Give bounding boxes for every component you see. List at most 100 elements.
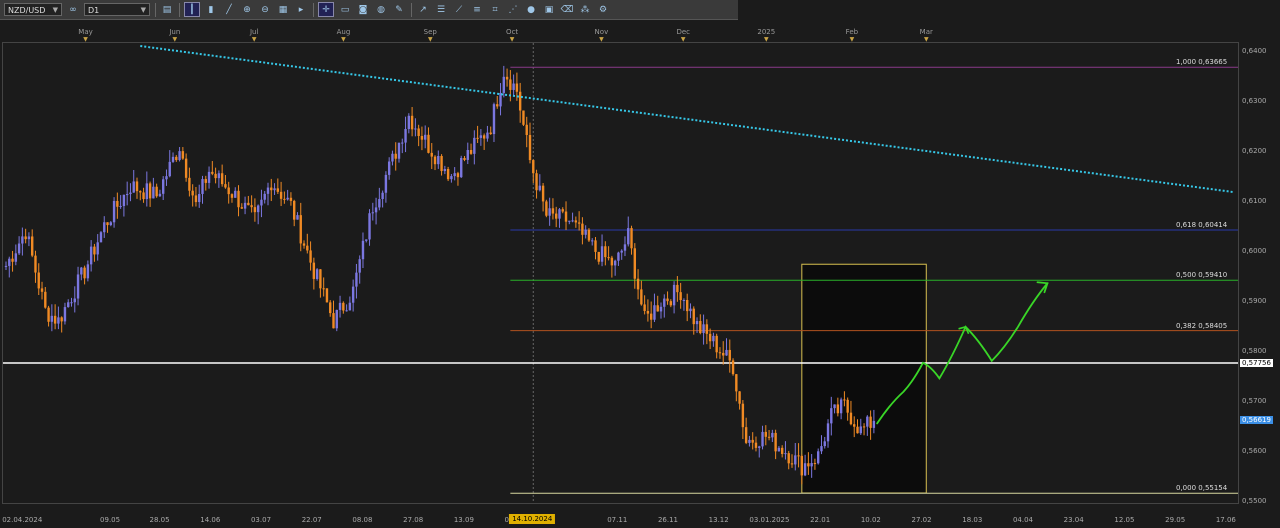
month-markers: May ▼ Jun ▼ Jul ▼ Aug ▼ Sep ▼ Oct ▼ Nov ▼ Dec ▼ 2025 ▼ Feb… [0,28,1240,43]
candle-body [368,213,371,240]
zoom-in-icon[interactable]: ⊕ [240,3,254,16]
pencil-icon[interactable]: ✎ [392,3,406,16]
candle-body [735,374,738,392]
candle-body [171,156,175,162]
link-icon[interactable]: ∞ [66,3,80,16]
candle-body [237,190,240,208]
candle-body [302,243,306,246]
candle-body [142,192,145,200]
candle-body [620,250,623,253]
screenshot-icon[interactable]: ◙ [356,3,370,16]
zoom-out-icon[interactable]: ⊖ [258,3,272,16]
price-level-badge: 0,57756 [1240,359,1273,368]
arrow-icon[interactable]: ↗ [416,3,430,16]
candle-body [502,76,505,93]
date-tick-label: 22.01 [810,516,831,524]
candle-body [132,181,135,193]
candle-body [764,431,767,437]
analysis-box [801,263,927,494]
candle-body [329,302,332,314]
date-tick-label: 13.12 [708,516,729,524]
candle-body [535,173,538,191]
timeframe-select[interactable]: D1 ▼ [84,3,150,16]
candle-body [57,317,60,324]
candle-body [194,195,198,203]
candle-body [40,288,44,292]
month-marker: Jul ▼ [250,28,258,43]
month-marker: Sep ▼ [424,28,437,43]
candle-body [731,360,735,375]
candle-body [695,321,699,325]
price-tick-label: 0,6300 [1242,96,1267,105]
candle-body [139,191,142,193]
candle-body [263,193,266,200]
candle-body [584,229,587,235]
line-icon[interactable]: ╱ [222,3,236,16]
month-marker: May ▼ [78,28,92,43]
candle-body [365,239,368,241]
levels-icon[interactable]: ☰ [434,3,448,16]
candle-body [443,168,447,172]
bars-icon[interactable]: ┃ [184,2,200,17]
candle-body [489,132,492,135]
channel-icon[interactable]: ≡ [470,3,484,16]
month-marker: Dec ▼ [676,28,690,43]
candle-body [512,83,515,90]
fibonacci-icon[interactable]: ⌗ [488,3,502,16]
symbol-select[interactable]: NZD/USD ▼ [4,3,62,16]
candle-body [633,248,636,279]
text-icon[interactable]: ▣ [542,3,556,16]
chart-area[interactable] [2,42,1239,504]
candle-body [656,305,659,312]
candle-body [823,441,826,447]
candle-body [492,104,496,135]
candles-icon[interactable]: ▮ [204,3,218,16]
candle-body [705,324,709,334]
candle-body [70,302,73,304]
grid-icon[interactable]: ▦ [276,3,290,16]
candle-body [325,288,329,303]
candle-body [712,335,715,342]
candle-body [116,200,119,207]
settings-icon[interactable]: ⚙ [596,3,610,16]
candle-body [178,151,181,161]
candle-body [545,201,548,216]
template-icon[interactable]: ▭ [338,3,352,16]
candle-body [577,222,581,224]
date-tick-label: 03.07 [250,516,272,524]
gann-icon[interactable]: ⋰ [506,3,520,16]
refresh-icon[interactable]: ◍ [374,3,388,16]
candle-body [643,304,646,311]
date-tick-label: 10.02 [860,516,881,524]
candle-body [240,207,243,209]
chevron-down-icon: ▼ [52,6,58,14]
crosshair-icon[interactable]: ✛ [318,2,334,17]
eraser-icon[interactable]: ⌫ [560,3,574,16]
candle-body [538,185,542,191]
month-label: Jul [249,28,259,36]
autoscroll-icon[interactable]: ▸ [294,3,308,16]
candle-body [571,220,574,222]
candle-body [155,186,158,197]
price-chart[interactable] [3,43,1238,503]
candle-body [162,179,165,194]
candle-body [50,315,54,322]
price-level-badge: 0,56619 [1240,415,1273,424]
magnet-icon[interactable]: ⁂ [578,3,592,16]
candle-body [646,310,650,314]
candle-body [410,115,414,130]
candle-body [168,161,171,177]
chart-type-icon[interactable]: ▤ [160,3,174,16]
candle-body [708,333,712,342]
trendline-icon[interactable]: ⟋ [452,3,466,16]
toolbar-divider [155,2,156,17]
candle-body [214,173,217,179]
candle-body [106,222,109,226]
candle-body [417,128,420,136]
candle-body [397,142,401,159]
circle-icon[interactable]: ● [524,3,538,16]
candle-body [384,174,388,193]
candle-body [518,91,522,111]
candle-body [198,193,201,203]
candle-body [332,313,335,329]
